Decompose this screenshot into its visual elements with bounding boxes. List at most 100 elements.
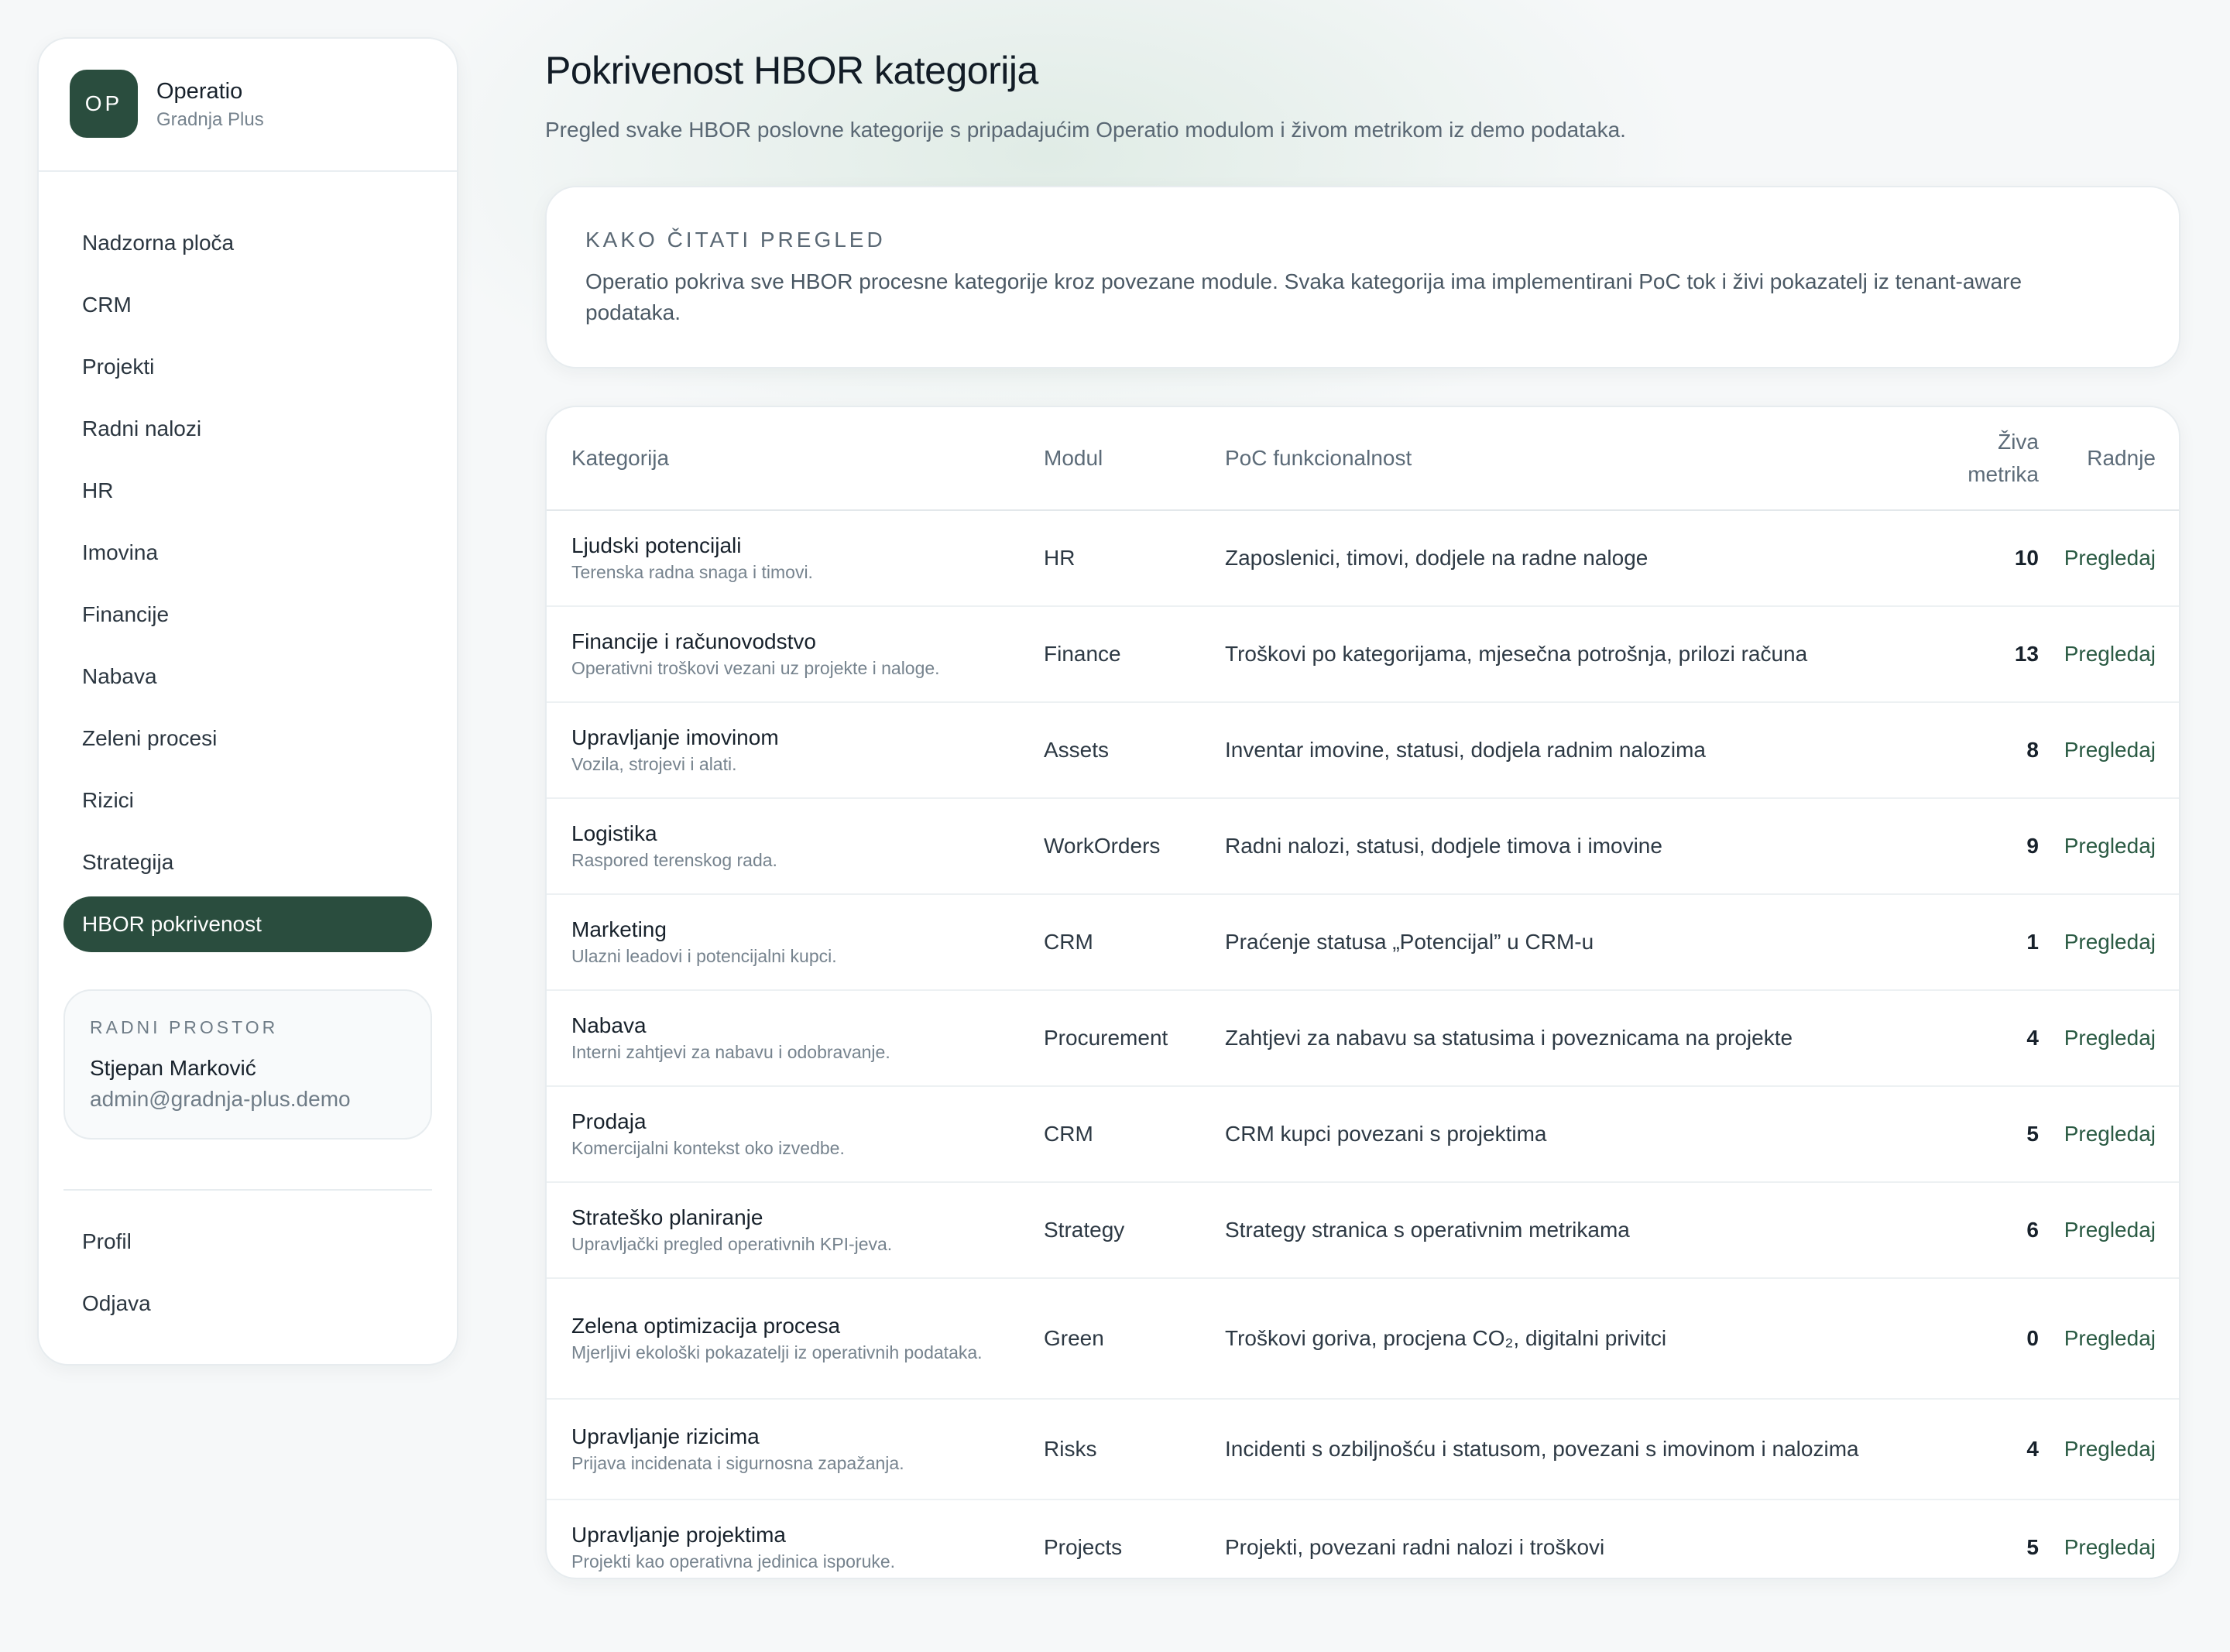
poc-cell: Troškovi po kategorijama, mjesečna potro… [1224, 606, 1953, 703]
column-header-metric-line1: Živa [1998, 430, 2039, 454]
nav-item-nabava[interactable]: Nabava [63, 649, 432, 704]
poc-cell: Incidenti s ozbiljnošću i statusom, pove… [1224, 1399, 1953, 1500]
column-header-poc: PoC funkcionalnost [1224, 407, 1953, 511]
poc-cell: Strategy stranica s operativnim metrikam… [1224, 1182, 1953, 1279]
poc-cell: Projekti, povezani radni nalozi i troško… [1225, 1535, 1605, 1559]
nav-item-odjava[interactable]: Odjava [63, 1276, 432, 1332]
module-cell: CRM [1043, 1086, 1224, 1183]
category-title: Nabava [571, 1013, 647, 1037]
category-description: Raspored terenskog rada. [571, 850, 777, 870]
category-title: Upravljanje imovinom [571, 725, 779, 749]
category-description: Mjerljivi ekološki pokazatelji iz operat… [571, 1342, 983, 1362]
workspace-label: RADNI PROSTOR [90, 1017, 279, 1037]
nav-item-hr[interactable]: HR [63, 463, 432, 519]
brand-header: OP Operatio Gradnja Plus [39, 39, 457, 172]
column-header-metric: Živa metrika [1953, 407, 2040, 511]
poc-cell: Zahtjevi za nabavu sa statusima i povezn… [1224, 990, 1953, 1087]
action-cell: Pregledaj [2040, 894, 2179, 991]
category-cell: Upravljanje projektima Projekti kao oper… [547, 1499, 1043, 1578]
module-cell: Risks [1043, 1399, 1224, 1500]
nav-item-radni-nalozi[interactable]: Radni nalozi [63, 401, 432, 457]
module-cell: Green [1043, 1278, 1224, 1400]
table-row: Upravljanje rizicima Prijava incidenata … [547, 1399, 2179, 1500]
category-description: Vozila, strojevi i alati. [571, 754, 737, 774]
brand-avatar: OP [70, 70, 138, 138]
metric-cell: 13 [1953, 606, 2040, 703]
view-link[interactable]: Pregledaj [2064, 1535, 2156, 1559]
sidebar-bottom-nav: Profil Odjava [63, 1214, 432, 1338]
table-row: Nabava Interni zahtjevi za nabavu i odob… [547, 990, 2179, 1087]
workspace-user-name: Stjepan Marković [90, 1056, 256, 1080]
view-link[interactable]: Pregledaj [2064, 546, 2156, 570]
category-cell: Logistika Raspored terenskog rada. [547, 798, 1043, 895]
nav-item-hbor-pokrivenost[interactable]: HBOR pokrivenost [63, 896, 432, 952]
view-link[interactable]: Pregledaj [2064, 1026, 2156, 1050]
metric-cell: 1 [1953, 894, 2040, 991]
info-card-title: KAKO ČITATI PREGLED [585, 228, 886, 252]
nav-item-strategija[interactable]: Strategija [63, 835, 432, 890]
sidebar: OP Operatio Gradnja Plus Nadzorna ploča … [37, 37, 458, 1366]
category-title: Upravljanje projektima [571, 1523, 787, 1547]
view-link[interactable]: Pregledaj [2064, 642, 2156, 666]
coverage-table-card: Kategorija Modul PoC funkcionalnost Živa… [545, 406, 2180, 1579]
workspace-card: RADNI PROSTOR Stjepan Marković admin@gra… [63, 989, 432, 1140]
view-link[interactable]: Pregledaj [2064, 738, 2156, 762]
column-header-metric-line2: metrika [1968, 462, 2039, 486]
nav-item-financije[interactable]: Financije [63, 587, 432, 643]
category-cell: Upravljanje rizicima Prijava incidenata … [547, 1399, 1043, 1500]
poc-cell: Praćenje statusa „Potencijal” u CRM-u [1224, 894, 1953, 991]
action-cell: Pregledaj [2040, 798, 2179, 895]
nav-item-nadzorna-ploca[interactable]: Nadzorna ploča [63, 215, 432, 271]
brand-name: Operatio [156, 79, 243, 104]
table-row: Ljudski potencijali Terenska radna snaga… [547, 510, 2179, 607]
table-row: Logistika Raspored terenskog rada. WorkO… [547, 798, 2179, 895]
metric-cell: 5 [2026, 1535, 2039, 1559]
view-link[interactable]: Pregledaj [2064, 834, 2156, 858]
view-link[interactable]: Pregledaj [2064, 1437, 2156, 1461]
action-cell: Pregledaj [2040, 1086, 2179, 1183]
view-link[interactable]: Pregledaj [2064, 1218, 2156, 1242]
action-cell: Pregledaj [2040, 990, 2179, 1087]
poc-cell: Radni nalozi, statusi, dodjele timova i … [1224, 798, 1953, 895]
module-cell: Assets [1043, 702, 1224, 799]
metric-cell: 10 [1953, 510, 2040, 607]
category-description: Ulazni leadovi i potencijalni kupci. [571, 946, 837, 966]
category-cell: Strateško planiranje Upravljački pregled… [547, 1182, 1043, 1279]
column-header-actions: Radnje [2040, 407, 2179, 511]
module-cell: Projects [1044, 1535, 1123, 1559]
sidebar-nav: Nadzorna ploča CRM Projekti Radni nalozi… [63, 215, 432, 958]
view-link[interactable]: Pregledaj [2064, 1122, 2156, 1146]
action-cell: Pregledaj [2040, 1399, 2179, 1500]
view-link[interactable]: Pregledaj [2064, 930, 2156, 954]
poc-cell: Troškovi goriva, procjena CO₂, digitalni… [1224, 1278, 1953, 1400]
module-cell: Procurement [1043, 990, 1224, 1087]
view-link[interactable]: Pregledaj [2064, 1326, 2156, 1350]
module-cell: Finance [1043, 606, 1224, 703]
nav-item-crm[interactable]: CRM [63, 277, 432, 333]
page-title: Pokrivenost HBOR kategorija [545, 49, 1038, 92]
category-title: Zelena optimizacija procesa [571, 1314, 841, 1338]
nav-item-imovina[interactable]: Imovina [63, 525, 432, 581]
metric-cell: 6 [1953, 1182, 2040, 1279]
info-card-text: Operatio pokriva sve HBOR procesne kateg… [585, 269, 2022, 324]
action-cell: Pregledaj [2040, 1182, 2179, 1279]
metric-cell: 5 [1953, 1086, 2040, 1183]
nav-item-projekti[interactable]: Projekti [63, 339, 432, 395]
category-title: Logistika [571, 821, 657, 845]
category-cell: Financije i računovodstvo Operativni tro… [547, 606, 1043, 703]
action-cell: Pregledaj [2040, 1278, 2179, 1400]
category-title: Ljudski potencijali [571, 533, 742, 557]
metric-cell: 0 [1953, 1278, 2040, 1400]
table-header-row: Kategorija Modul PoC funkcionalnost Živa… [547, 407, 2179, 511]
module-cell: CRM [1043, 894, 1224, 991]
category-cell: Upravljanje imovinom Vozila, strojevi i … [547, 702, 1043, 799]
nav-item-zeleni-procesi[interactable]: Zeleni procesi [63, 711, 432, 766]
brand-company: Gradnja Plus [156, 109, 264, 130]
sidebar-divider [63, 1189, 432, 1191]
metric-cell: 4 [1953, 990, 2040, 1087]
action-cell: Pregledaj [2040, 1499, 2179, 1578]
nav-item-profil[interactable]: Profil [63, 1214, 432, 1270]
nav-item-rizici[interactable]: Rizici [63, 773, 432, 828]
page-subtitle: Pregled svake HBOR poslovne kategorije s… [545, 118, 1626, 142]
table-row: Strateško planiranje Upravljački pregled… [547, 1182, 2179, 1279]
